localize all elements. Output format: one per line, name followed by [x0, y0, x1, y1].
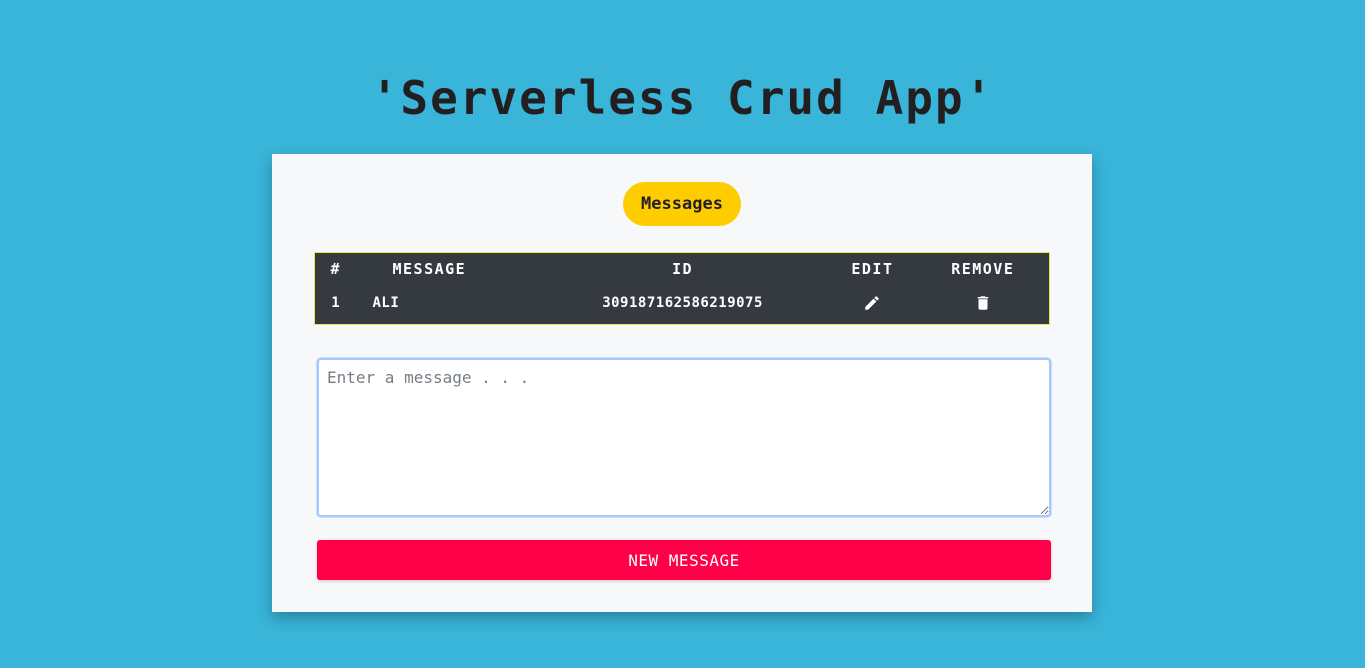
header-message: MESSAGE	[392, 260, 467, 278]
messages-table: # MESSAGE ID EDIT REMOVE 1 ALI 309187162…	[315, 253, 1049, 321]
new-message-button[interactable]: NEW MESSAGE	[317, 540, 1051, 580]
row-number: 1	[331, 295, 341, 311]
messages-badge: Messages	[623, 182, 741, 226]
header-id: ID	[672, 260, 694, 278]
trash-icon[interactable]	[974, 294, 992, 312]
header-number: #	[330, 260, 342, 278]
row-edit-cell	[828, 285, 916, 321]
row-id: 309187162586219075	[602, 295, 763, 311]
header-remove: REMOVE	[951, 260, 1015, 278]
row-remove-cell	[917, 285, 1049, 321]
messages-table-container: # MESSAGE ID EDIT REMOVE 1 ALI 309187162…	[314, 252, 1050, 325]
row-message: ALI	[372, 295, 400, 311]
header-edit: EDIT	[851, 260, 894, 278]
pencil-icon[interactable]	[863, 294, 881, 312]
message-input[interactable]	[317, 358, 1051, 517]
messages-card: Messages # MESSAGE ID EDIT REMOVE 1 ALI …	[272, 154, 1092, 612]
table-row: 1 ALI 309187162586219075	[315, 285, 1049, 321]
table-header-row: # MESSAGE ID EDIT REMOVE	[315, 253, 1049, 285]
page-title: 'Serverless Crud App'	[370, 71, 995, 125]
